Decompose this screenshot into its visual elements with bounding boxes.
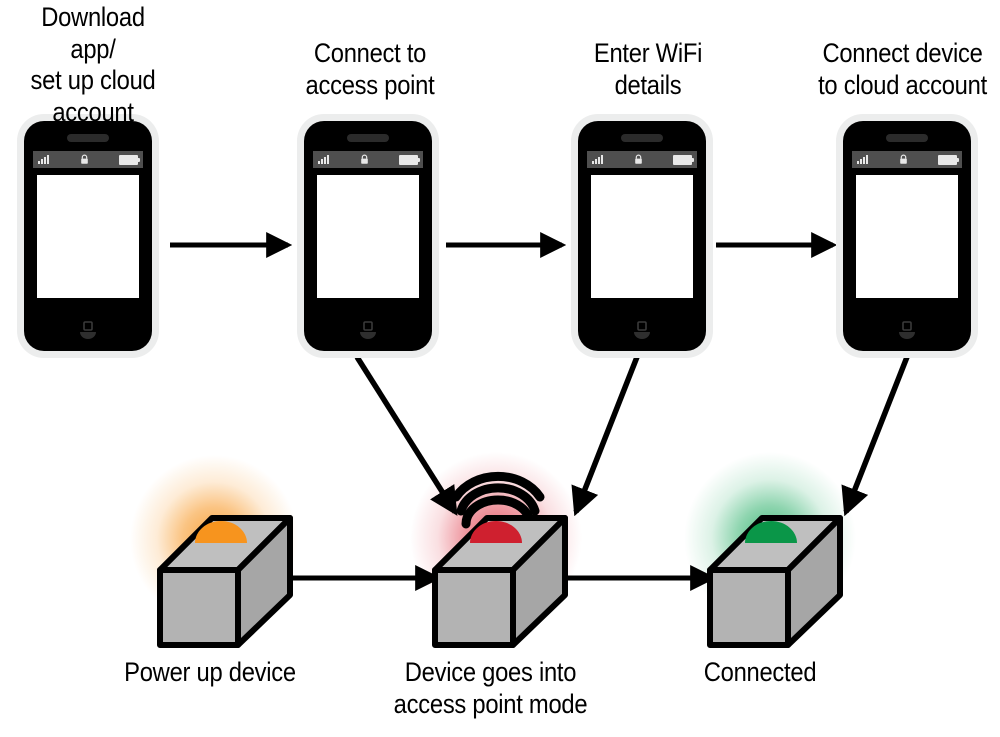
caption-power-up-device: Power up device bbox=[124, 657, 296, 687]
setup-flow-diagram: Download app/ set up cloud account Conne… bbox=[0, 0, 1000, 737]
caption-connect-device-cloud: Connect device to cloud account bbox=[818, 38, 987, 100]
caption-connected: Connected bbox=[703, 657, 817, 687]
caption-access-point-mode: Device goes into access point mode bbox=[393, 657, 588, 719]
caption-enter-wifi-details: Enter WiFi details bbox=[593, 38, 703, 100]
caption-layer: Download app/ set up cloud account Conne… bbox=[0, 0, 1000, 737]
caption-connect-access-point: Connect to access point bbox=[305, 38, 435, 100]
caption-download-app: Download app/ set up cloud account bbox=[30, 2, 156, 127]
